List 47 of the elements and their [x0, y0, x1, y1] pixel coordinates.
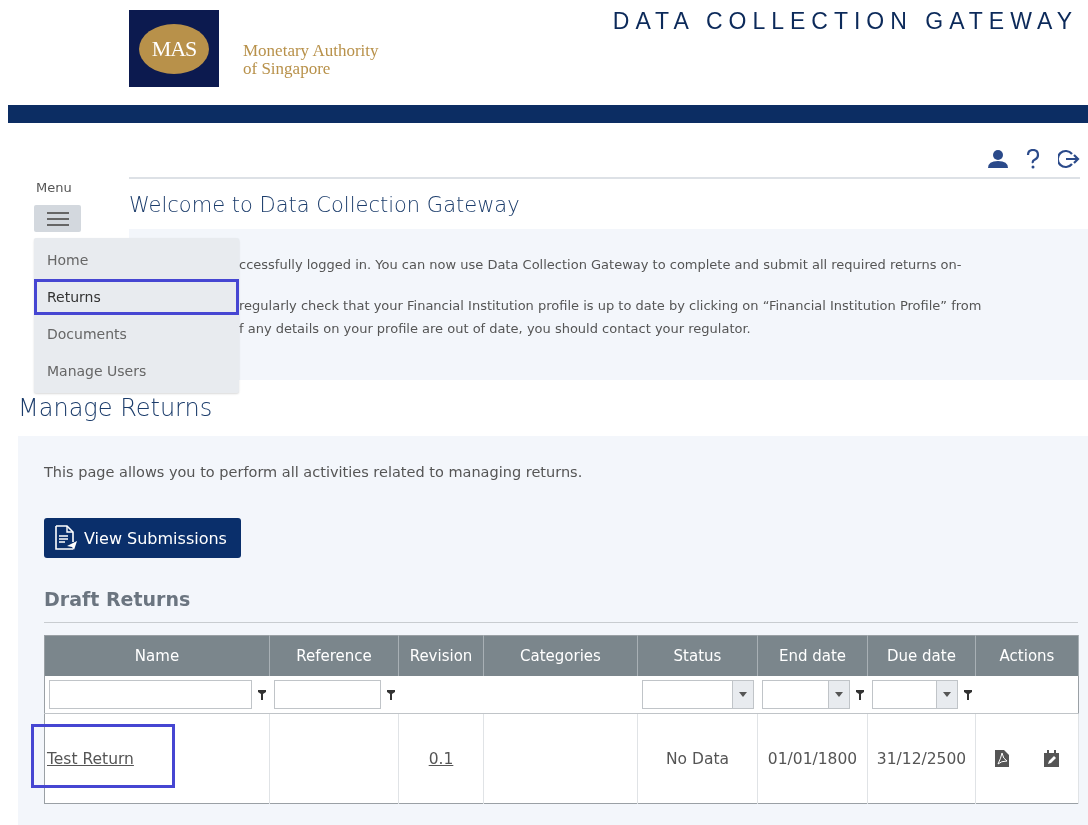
logo-text: MAS [151, 35, 197, 62]
filter-field[interactable] [273, 680, 381, 709]
table-cell: No Data [666, 749, 729, 768]
caret-icon [738, 692, 747, 697]
logout-icon[interactable] [1058, 148, 1080, 169]
table-cell: 01/01/1800 [767, 749, 858, 768]
caret-icon [834, 692, 843, 697]
site-title: DATA COLLECTION GATEWAY [612, 8, 1078, 35]
caret-icon [942, 692, 951, 697]
user-icon[interactable] [988, 149, 1008, 168]
welcome-text: ccessfully logged in. You can now use Data Collection Gateway to complete and submit all required returns on- [239, 256, 963, 274]
column-header[interactable]: Reference [269, 635, 399, 676]
filter-icon[interactable] [257, 689, 266, 700]
column-header[interactable]: Revision [398, 635, 484, 676]
filter-icon[interactable] [386, 689, 395, 700]
filter-icon[interactable] [963, 689, 972, 700]
column-header[interactable]: Categories [483, 635, 638, 676]
org-name: of Singapore [243, 60, 331, 78]
menu-item[interactable]: Documents [34, 316, 239, 352]
calendar-edit-icon[interactable] [1044, 750, 1060, 767]
filter-icon[interactable] [855, 689, 864, 700]
welcome-text: f any details on your profile are out of date, you should contact your regulator. [239, 320, 752, 338]
org-name: Monetary Authority [243, 42, 379, 60]
return-link[interactable]: Test Return [47, 749, 134, 768]
column-header[interactable]: End date [757, 635, 868, 676]
column-header[interactable]: Status [637, 635, 758, 676]
document-icon [54, 525, 78, 551]
pdf-icon[interactable] [994, 750, 1009, 767]
table-cell: 31/12/2500 [876, 749, 967, 768]
filter-field[interactable] [49, 680, 252, 709]
column-header[interactable]: Due date [867, 635, 976, 676]
menu-item[interactable]: Home [34, 242, 239, 278]
menu-icon [46, 211, 69, 226]
revision-link[interactable]: 0.1 [428, 749, 454, 768]
column-header[interactable]: Actions [975, 635, 1079, 676]
section-heading: Draft Returns [44, 588, 1078, 623]
page-heading: Manage Returns [18, 394, 214, 422]
welcome-text: regularly check that your Financial Institution profile is up to date by clicking on “Financial Institution Profile” from [239, 297, 983, 315]
menu-label: Menu [36, 180, 72, 195]
menu-item[interactable]: Returns [34, 279, 239, 315]
menu-item[interactable]: Manage Users [34, 353, 239, 389]
help-icon[interactable] [1026, 148, 1040, 169]
page-heading: Welcome to Data Collection Gateway [129, 193, 521, 217]
column-header[interactable]: Name [44, 635, 270, 676]
description-text: This page allows you to perform all activities related to managing returns. [44, 464, 584, 480]
view-submissions-button[interactable]: View Submissions [44, 518, 241, 558]
menu-button[interactable] [34, 205, 81, 232]
